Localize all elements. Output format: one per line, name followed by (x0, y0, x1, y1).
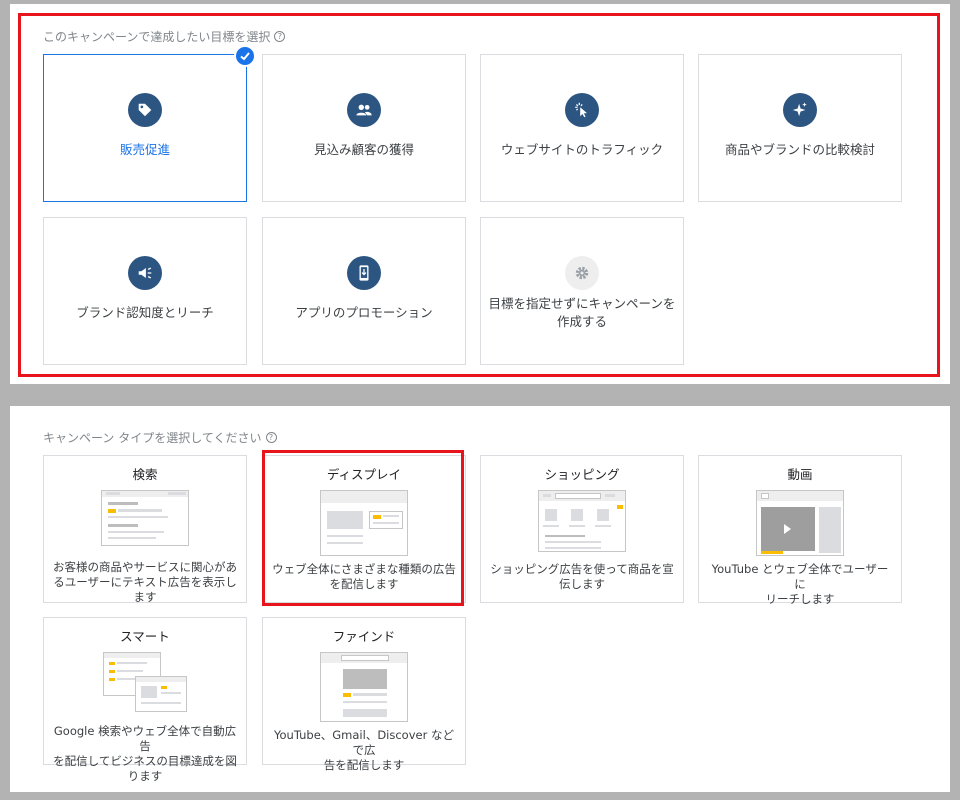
goal-card-consideration[interactable]: 商品やブランドの比較検討 (698, 54, 902, 202)
type-description-line: を配信します (329, 577, 399, 591)
goal-label: ウェブサイトのトラフィック (500, 142, 664, 157)
type-description-line: お客様の商品やサービスに関心があ (53, 560, 237, 574)
goal-label: アプリのプロモーション (295, 305, 433, 320)
checkmark-icon (234, 45, 256, 67)
tag-icon (128, 93, 162, 127)
type-description-line: YouTube、Gmail、Discover などで広 (274, 728, 454, 757)
shopping-ad-illustration (538, 490, 626, 552)
goal-card-no-goal[interactable]: 目標を指定せずにキャンペーンを 作成する (480, 217, 684, 365)
type-description-line: るユーザーにテキスト広告を表示し (53, 575, 237, 589)
type-description: YouTube とウェブ全体でユーザーに リーチします (707, 562, 893, 607)
type-description-line: ウェブ全体にさまざまな種類の広告 (272, 562, 456, 576)
campaign-type-panel: キャンペーン タイプを選択してください ? 検索 お客様の商品やサービスに関心が… (10, 406, 950, 792)
goal-card-sales[interactable]: 販売促進 (43, 45, 256, 202)
goal-card-awareness[interactable]: ブランド認知度とリーチ (43, 217, 247, 365)
type-description-line: ります (127, 769, 163, 783)
type-card-discovery[interactable]: ファインド YouTube、Gmail、Discover などで広 告を配信しま… (262, 617, 466, 772)
megaphone-icon (128, 256, 162, 290)
type-description: ショッピング広告を使って商品を宣 伝します (489, 562, 675, 592)
type-section-title-text: キャンペーン タイプを選択してください (43, 431, 262, 445)
goal-section-title: このキャンペーンで達成したい目標を選択 ? (43, 28, 286, 45)
type-description: Google 検索やウェブ全体で自動広告 を配信してビジネスの目標達成を図 りま… (52, 724, 238, 784)
type-name: 検索 (132, 467, 158, 482)
people-icon (347, 93, 381, 127)
goal-label-line: 作成する (556, 314, 607, 329)
type-card-shopping[interactable]: ショッピング ショッピング広告を使って商品を宣 伝します (480, 455, 684, 603)
smart-ad-illustration (101, 652, 189, 712)
type-description: YouTube、Gmail、Discover などで広 告を配信します (271, 728, 457, 773)
type-name: ファインド (332, 629, 396, 644)
type-description-line: ます (133, 590, 157, 604)
type-description-line: ショッピング広告を使って商品を宣 (490, 562, 674, 576)
goal-card-leads[interactable]: 見込み顧客の獲得 (262, 54, 466, 202)
type-card-video[interactable]: 動画 YouTube とウェブ全体でユーザーに リーチします (698, 455, 902, 606)
goal-label: ブランド認知度とリーチ (76, 305, 214, 320)
goal-section-title-text: このキャンペーンで達成したい目標を選択 (43, 30, 271, 44)
search-ad-illustration (101, 490, 189, 546)
goal-selection-panel: このキャンペーンで達成したい目標を選択 ? 販売促進 見込み顧客の獲得 ウェブサ… (10, 4, 950, 384)
goal-card-traffic[interactable]: ウェブサイトのトラフィック (480, 54, 684, 202)
help-icon[interactable]: ? (274, 31, 286, 42)
display-ad-illustration (320, 490, 408, 556)
cursor-click-icon (565, 93, 599, 127)
goal-label: 販売促進 (119, 142, 170, 157)
type-description: ウェブ全体にさまざまな種類の広告 を配信します (271, 562, 457, 592)
goal-label: 目標を指定せずにキャンペーンを 作成する (487, 295, 677, 331)
type-section-title: キャンペーン タイプを選択してください ? (43, 429, 277, 446)
discovery-ad-illustration (320, 652, 408, 722)
goal-label: 見込み顧客の獲得 (313, 142, 414, 157)
type-description: お客様の商品やサービスに関心があ るユーザーにテキスト広告を表示し ます (52, 560, 238, 605)
type-description-line: Google 検索やウェブ全体で自動広告 (53, 724, 237, 753)
video-ad-illustration (756, 490, 844, 556)
type-description-line: YouTube とウェブ全体でユーザーに (711, 562, 889, 591)
type-name: スマート (120, 629, 170, 644)
type-card-display[interactable]: ディスプレイ ウェブ全体にさまざまな種類の広告 を配信します (262, 455, 466, 603)
type-name: ショッピング (544, 467, 620, 482)
type-name: 動画 (787, 467, 813, 482)
goal-card-app-promotion[interactable]: アプリのプロモーション (262, 217, 466, 365)
type-description-line: を配信してビジネスの目標達成を図 (53, 754, 237, 768)
type-description-line: 告を配信します (323, 758, 405, 772)
help-icon[interactable]: ? (265, 432, 277, 443)
phone-download-icon (347, 256, 381, 290)
type-description-line: 伝します (559, 577, 605, 591)
type-description-line: リーチします (765, 592, 835, 606)
gear-icon (565, 256, 599, 290)
goal-label: 商品やブランドの比較検討 (724, 142, 875, 157)
type-card-search[interactable]: 検索 お客様の商品やサービスに関心があ るユーザーにテキスト広告を表示し ます (43, 455, 247, 605)
type-card-smart[interactable]: スマート Google 検索やウェブ全体で自動広告 を配信してビジネスの目標達成… (43, 617, 247, 783)
goal-label-line: 目標を指定せずにキャンペーンを (488, 296, 676, 311)
sparkle-icon (783, 93, 817, 127)
type-name: ディスプレイ (326, 467, 402, 482)
